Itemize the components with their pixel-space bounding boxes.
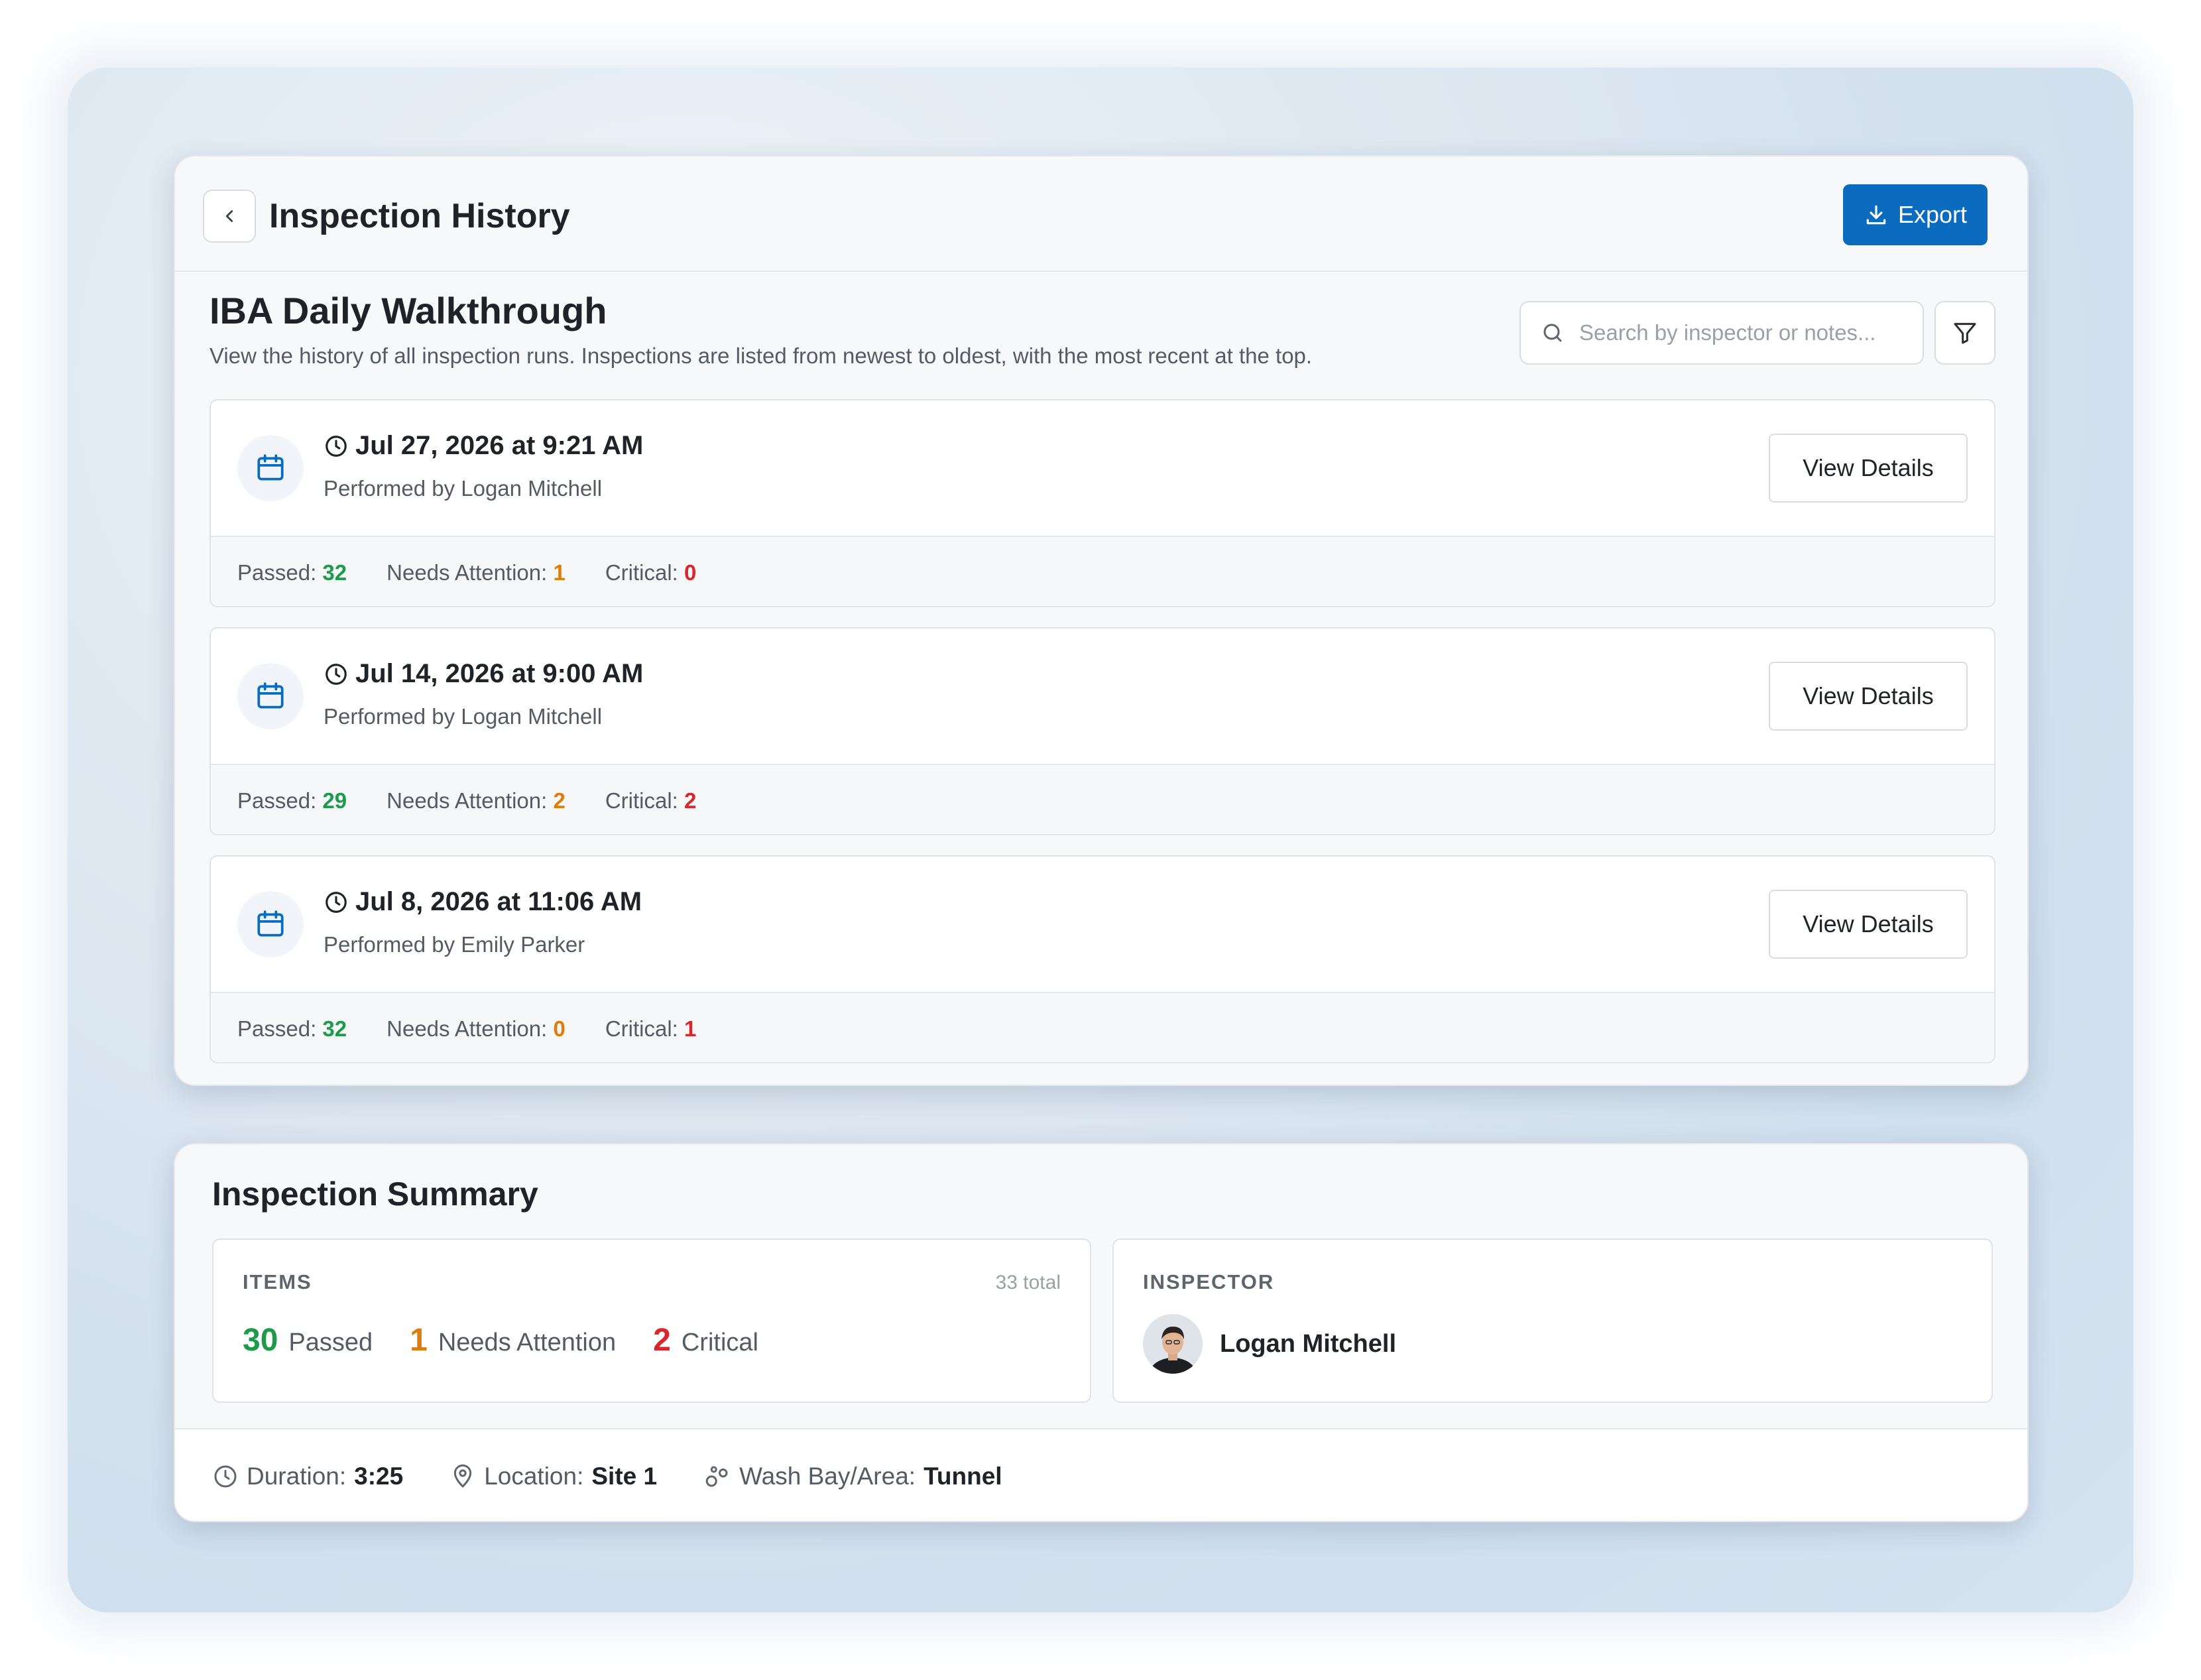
summary-critical-label: Critical <box>681 1329 758 1356</box>
search-icon <box>1543 324 1562 342</box>
clock-icon <box>214 1465 237 1488</box>
view-details-button[interactable]: View Details <box>1769 662 1968 731</box>
calendar-icon <box>257 910 284 937</box>
critical-count: 2 <box>684 788 697 813</box>
summary-title: Inspection Summary <box>212 1175 538 1213</box>
summary-attention-label: Needs Attention <box>438 1329 617 1356</box>
critical-count: 1 <box>684 1016 697 1041</box>
run-inspector: Performed by Logan Mitchell <box>324 476 603 501</box>
attention-label: Needs Attention: <box>387 560 548 585</box>
clock-icon <box>326 891 347 913</box>
inspection-run-card: Jul 27, 2026 at 9:21 AM Performed by Log… <box>209 399 1995 607</box>
location-value: Site 1 <box>591 1463 658 1490</box>
inspection-run-card: Jul 8, 2026 at 11:06 AM Performed by Emi… <box>209 855 1995 1063</box>
chevron-left-icon <box>225 210 233 222</box>
run-stats: Passed: 32 Needs Attention: 1 Critical: … <box>211 537 1994 606</box>
download-icon <box>1866 205 1886 225</box>
clock-icon <box>326 435 347 457</box>
summary-passed-label: Passed <box>288 1329 373 1356</box>
calendar-icon <box>257 454 284 481</box>
back-button[interactable] <box>203 190 256 243</box>
run-inspector: Performed by Logan Mitchell <box>324 704 603 729</box>
run-stats: Passed: 29 Needs Attention: 2 Critical: … <box>211 765 1994 834</box>
inspector-panel: INSPECTOR Logan Mitchell <box>1112 1238 1993 1403</box>
checklist-description: View the history of all inspection runs.… <box>209 343 1313 368</box>
area-label: Wash Bay/Area: <box>739 1463 916 1490</box>
run-stats: Passed: 32 Needs Attention: 0 Critical: … <box>211 993 1994 1062</box>
inspector-name: Logan Mitchell <box>1220 1330 1396 1358</box>
view-details-button[interactable]: View Details <box>1769 434 1968 503</box>
duration-meta: Duration: 3:25 <box>212 1463 403 1490</box>
avatar <box>1143 1314 1203 1374</box>
calendar-badge <box>237 663 304 729</box>
inspection-summary-card: Inspection Summary ITEMS 33 total 30 Pass… <box>174 1143 2029 1522</box>
critical-label: Critical: <box>605 788 678 813</box>
summary-critical-count: 2 <box>653 1323 671 1358</box>
inspector-label: INSPECTOR <box>1143 1270 1275 1293</box>
attention-count: 0 <box>553 1016 565 1041</box>
page-title: Inspection History <box>269 197 570 235</box>
clock-icon <box>326 663 347 685</box>
area-value: Tunnel <box>923 1463 1002 1490</box>
passed-count: 29 <box>322 788 347 813</box>
summary-attention-count: 1 <box>410 1323 428 1358</box>
calendar-badge <box>237 435 304 501</box>
critical-label: Critical: <box>605 560 678 585</box>
export-label: Export <box>1897 201 1968 228</box>
passed-label: Passed: <box>237 560 317 585</box>
attention-label: Needs Attention: <box>387 788 548 813</box>
calendar-icon <box>257 682 284 709</box>
filter-button[interactable] <box>1934 301 1995 365</box>
summary-passed-count: 30 <box>243 1323 278 1358</box>
items-total: 33 total <box>995 1272 1061 1293</box>
items-label: ITEMS <box>243 1270 312 1293</box>
passed-label: Passed: <box>237 1016 317 1041</box>
critical-count: 0 <box>684 560 697 585</box>
attention-label: Needs Attention: <box>387 1016 548 1041</box>
inspection-run-card: Jul 14, 2026 at 9:00 AM Performed by Log… <box>209 627 1995 835</box>
location-meta: Location: Site 1 <box>449 1463 657 1490</box>
duration-value: 3:25 <box>354 1463 404 1490</box>
items-counts: 30 Passed 1 Needs Attention 2 Critical <box>243 1322 758 1358</box>
location-label: Location: <box>484 1463 584 1490</box>
run-date: Jul 27, 2026 at 9:21 AM <box>355 431 644 460</box>
attention-count: 1 <box>553 560 565 585</box>
passed-count: 32 <box>322 1016 347 1041</box>
run-date: Jul 14, 2026 at 9:00 AM <box>355 659 644 688</box>
inspection-history-card: Inspection History Export IBA Daily Walk… <box>174 155 2029 1086</box>
checklist-name: IBA Daily Walkthrough <box>209 290 607 331</box>
search-box[interactable] <box>1519 301 1924 365</box>
run-inspector: Performed by Emily Parker <box>324 932 585 957</box>
critical-label: Critical: <box>605 1016 678 1041</box>
area-icon <box>705 1466 728 1487</box>
passed-label: Passed: <box>237 788 317 813</box>
run-date: Jul 8, 2026 at 11:06 AM <box>355 887 642 916</box>
filter-icon <box>1954 323 1976 344</box>
passed-count: 32 <box>322 560 347 585</box>
export-button[interactable]: Export <box>1843 184 1988 245</box>
calendar-badge <box>237 891 304 957</box>
view-details-button[interactable]: View Details <box>1769 890 1968 959</box>
history-header: Inspection History Export <box>175 156 2027 272</box>
attention-count: 2 <box>553 788 565 813</box>
area-meta: Wash Bay/Area: Tunnel <box>703 1463 1002 1490</box>
duration-label: Duration: <box>247 1463 347 1490</box>
items-panel: ITEMS 33 total 30 Passed 1 Needs Attention… <box>212 1238 1091 1403</box>
search-input[interactable] <box>1579 320 1897 345</box>
map-pin-icon <box>454 1464 472 1488</box>
summary-footer: Duration: 3:25 Location: Site 1 Wash Bay… <box>175 1428 2027 1521</box>
